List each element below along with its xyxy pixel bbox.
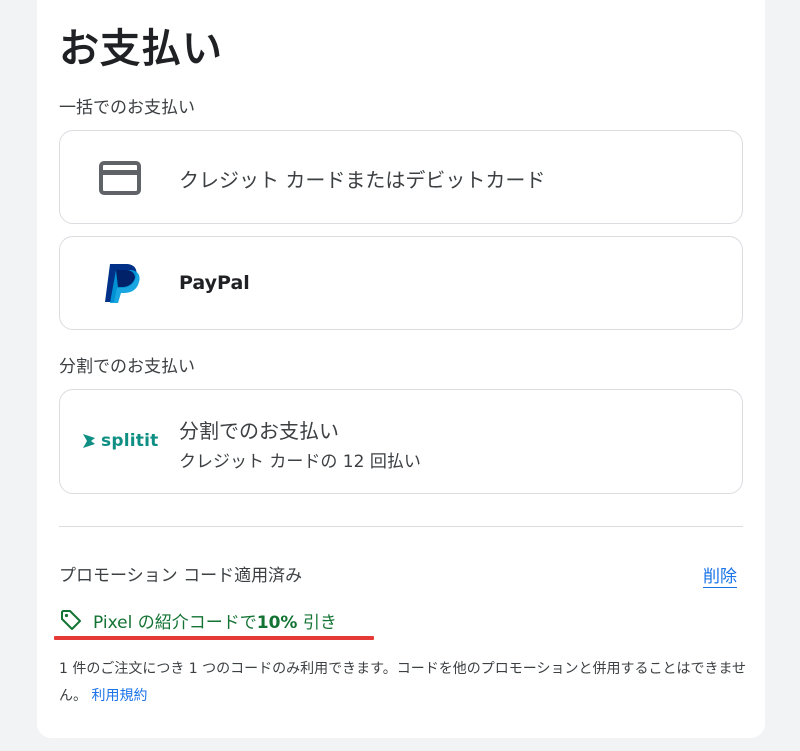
promo-applied: Pixel の紹介コードで10% 引き xyxy=(59,606,337,634)
splitit-logo: splitit xyxy=(80,431,158,451)
splitit-mark-icon xyxy=(83,434,95,448)
promo-applied-text: Pixel の紹介コードで10% 引き xyxy=(93,608,337,633)
highlight-underline xyxy=(54,636,374,640)
payment-option-splitit-sublabel: クレジット カードの 12 回払い xyxy=(179,452,421,472)
section-label-onetime: 一括でのお支払い xyxy=(59,98,195,118)
promo-footnote: 1 件のご注文につき 1 つのコードのみ利用できます。コードを他のプロモーション… xyxy=(59,656,749,710)
payment-option-paypal-label: PayPal xyxy=(179,272,250,294)
promo-title: プロモーション コード適用済み xyxy=(59,566,303,586)
payment-option-card[interactable]: クレジット カードまたはデビットカード xyxy=(59,130,743,224)
terms-link[interactable]: 利用規約 xyxy=(91,688,147,704)
payment-card: お支払い 一括でのお支払い クレジット カードまたはデビットカード PayPal… xyxy=(37,0,765,738)
remove-promo-link[interactable]: 削除 xyxy=(703,562,737,587)
payment-option-card-label: クレジット カードまたはデビットカード xyxy=(179,168,546,192)
promo-note-text: 1 件のご注文につき 1 つのコードのみ利用できます。コードを他のプロモーション… xyxy=(59,661,747,704)
payment-option-paypal[interactable]: PayPal xyxy=(59,236,743,330)
promo-applied-prefix: Pixel の紹介コードで xyxy=(93,612,257,633)
promo-applied-suffix: 引き xyxy=(297,612,337,633)
tag-icon xyxy=(59,608,83,632)
divider xyxy=(59,526,743,527)
promo-applied-amount: 10% xyxy=(256,612,298,633)
paypal-logo xyxy=(102,262,142,308)
page-title: お支払い xyxy=(59,26,223,72)
section-label-installment: 分割でのお支払い xyxy=(59,357,195,377)
splitit-logo-text: splitit xyxy=(101,431,159,451)
credit-card-icon xyxy=(99,161,141,199)
payment-option-splitit[interactable]: splitit 分割でのお支払い クレジット カードの 12 回払い xyxy=(59,389,743,494)
payment-option-splitit-label: 分割でのお支払い xyxy=(179,419,339,443)
